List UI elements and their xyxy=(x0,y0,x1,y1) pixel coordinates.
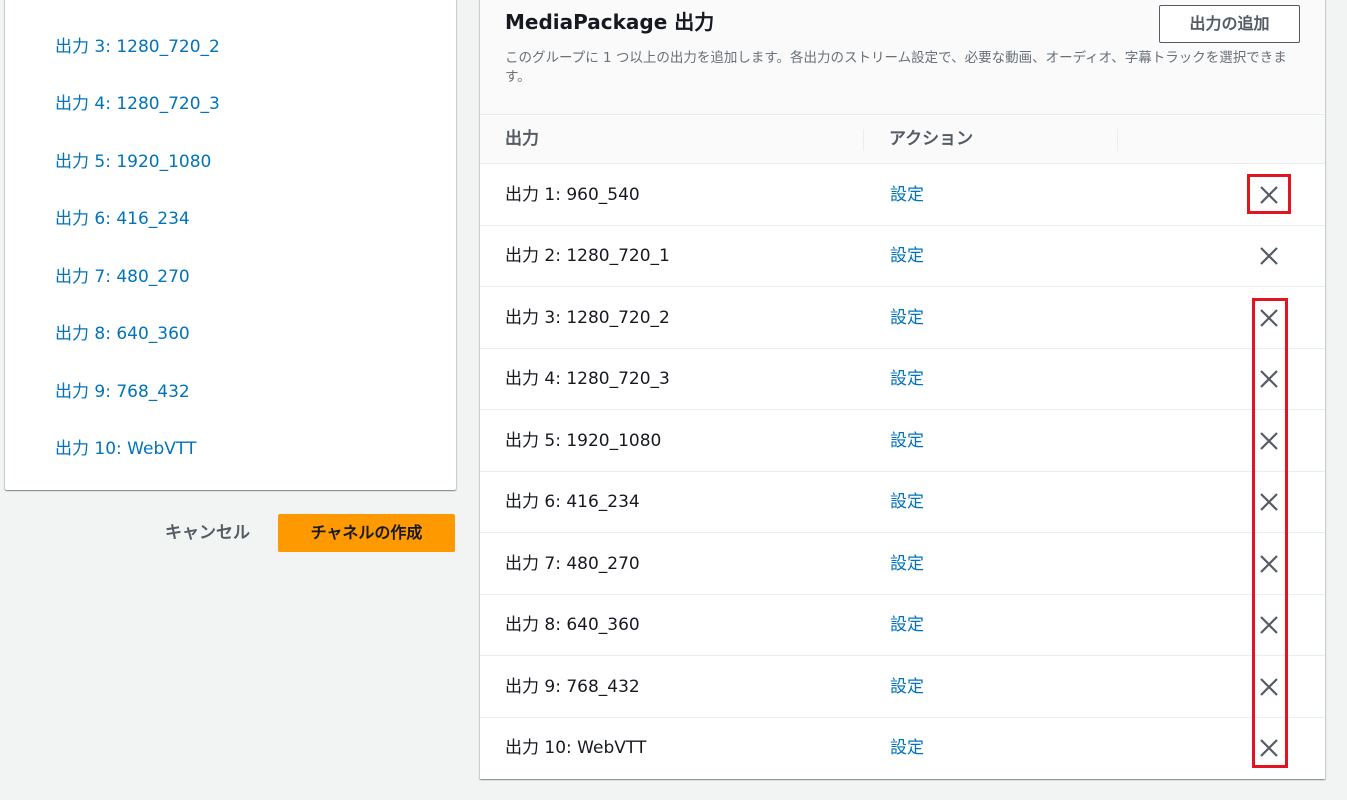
remove-output-button[interactable] xyxy=(1255,307,1283,329)
remove-output-button[interactable] xyxy=(1255,614,1283,636)
column-header-output: 出力 xyxy=(505,129,539,149)
nav-link-output-9[interactable]: 出力 9: 768_432 xyxy=(55,377,190,402)
nav-link-output-10[interactable]: 出力 10: WebVTT xyxy=(55,434,196,459)
table-row: 出力 10: WebVTT 設定 xyxy=(480,717,1325,779)
settings-link[interactable]: 設定 xyxy=(890,717,924,779)
close-icon xyxy=(1260,186,1278,204)
output-name: 出力 4: 1280_720_3 xyxy=(505,369,670,389)
remove-output-button[interactable] xyxy=(1255,430,1283,452)
nav-link-output-7[interactable]: 出力 7: 480_270 xyxy=(55,262,190,287)
nav-link-output-8[interactable]: 出力 8: 640_360 xyxy=(55,319,190,344)
close-icon xyxy=(1260,247,1278,265)
remove-output-button[interactable] xyxy=(1255,245,1283,267)
output-name: 出力 2: 1280_720_1 xyxy=(505,246,670,266)
close-icon xyxy=(1260,616,1278,634)
output-name: 出力 5: 1920_1080 xyxy=(505,431,662,451)
settings-link[interactable]: 設定 xyxy=(890,287,924,349)
column-divider xyxy=(1117,129,1118,151)
mediapackage-outputs-panel: MediaPackage 出力 このグループに 1 つ以上の出力を追加します。各… xyxy=(480,0,1325,779)
output-name: 出力 10: WebVTT xyxy=(505,738,647,758)
panel-description: このグループに 1 つ以上の出力を追加します。各出力のストリーム設定で、必要な動… xyxy=(505,50,1287,85)
add-output-button[interactable]: 出力の追加 xyxy=(1159,5,1300,43)
nav-link-output-5[interactable]: 出力 5: 1920_1080 xyxy=(55,147,211,172)
table-row: 出力 1: 960_540 設定 xyxy=(480,164,1325,226)
panel-header: MediaPackage 出力 このグループに 1 つ以上の出力を追加します。各… xyxy=(480,0,1325,115)
table-row: 出力 7: 480_270 設定 xyxy=(480,533,1325,595)
settings-link[interactable]: 設定 xyxy=(890,164,924,226)
settings-link[interactable]: 設定 xyxy=(890,471,924,533)
remove-output-button[interactable] xyxy=(1255,491,1283,513)
output-nav-card: 出力 3: 1280_720_2 出力 4: 1280_720_3 出力 5: … xyxy=(5,0,456,490)
table-row: 出力 4: 1280_720_3 設定 xyxy=(480,348,1325,410)
table-header: 出力 アクション xyxy=(480,115,1325,164)
close-icon xyxy=(1260,555,1278,573)
output-name: 出力 9: 768_432 xyxy=(505,677,640,697)
remove-output-button[interactable] xyxy=(1255,368,1283,390)
output-name: 出力 7: 480_270 xyxy=(505,554,640,574)
settings-link[interactable]: 設定 xyxy=(890,533,924,595)
create-channel-button[interactable]: チャネルの作成 xyxy=(278,514,455,552)
column-header-action: アクション xyxy=(889,129,974,149)
remove-output-button[interactable] xyxy=(1255,184,1283,206)
remove-output-button[interactable] xyxy=(1255,737,1283,759)
table-row: 出力 2: 1280_720_1 設定 xyxy=(480,225,1325,287)
column-divider xyxy=(863,129,864,151)
close-icon xyxy=(1260,678,1278,696)
cancel-button[interactable]: キャンセル xyxy=(150,514,265,552)
settings-link[interactable]: 設定 xyxy=(890,410,924,472)
table-row: 出力 8: 640_360 設定 xyxy=(480,594,1325,656)
output-name: 出力 6: 416_234 xyxy=(505,492,640,512)
close-icon xyxy=(1260,739,1278,757)
output-name: 出力 3: 1280_720_2 xyxy=(505,308,670,328)
settings-link[interactable]: 設定 xyxy=(890,594,924,656)
table-row: 出力 3: 1280_720_2 設定 xyxy=(480,287,1325,349)
table-row: 出力 9: 768_432 設定 xyxy=(480,656,1325,718)
nav-link-output-4[interactable]: 出力 4: 1280_720_3 xyxy=(55,89,220,114)
close-icon xyxy=(1260,309,1278,327)
table-row: 出力 5: 1920_1080 設定 xyxy=(480,410,1325,472)
panel-title: MediaPackage 出力 xyxy=(505,10,715,34)
remove-output-button[interactable] xyxy=(1255,553,1283,575)
settings-link[interactable]: 設定 xyxy=(890,348,924,410)
output-name: 出力 1: 960_540 xyxy=(505,185,640,205)
settings-link[interactable]: 設定 xyxy=(890,656,924,718)
close-icon xyxy=(1260,493,1278,511)
nav-link-output-3[interactable]: 出力 3: 1280_720_2 xyxy=(55,32,220,57)
remove-output-button[interactable] xyxy=(1255,676,1283,698)
output-name: 出力 8: 640_360 xyxy=(505,615,640,635)
table-row: 出力 6: 416_234 設定 xyxy=(480,471,1325,533)
settings-link[interactable]: 設定 xyxy=(890,225,924,287)
close-icon xyxy=(1260,370,1278,388)
nav-link-output-6[interactable]: 出力 6: 416_234 xyxy=(55,204,190,229)
close-icon xyxy=(1260,432,1278,450)
